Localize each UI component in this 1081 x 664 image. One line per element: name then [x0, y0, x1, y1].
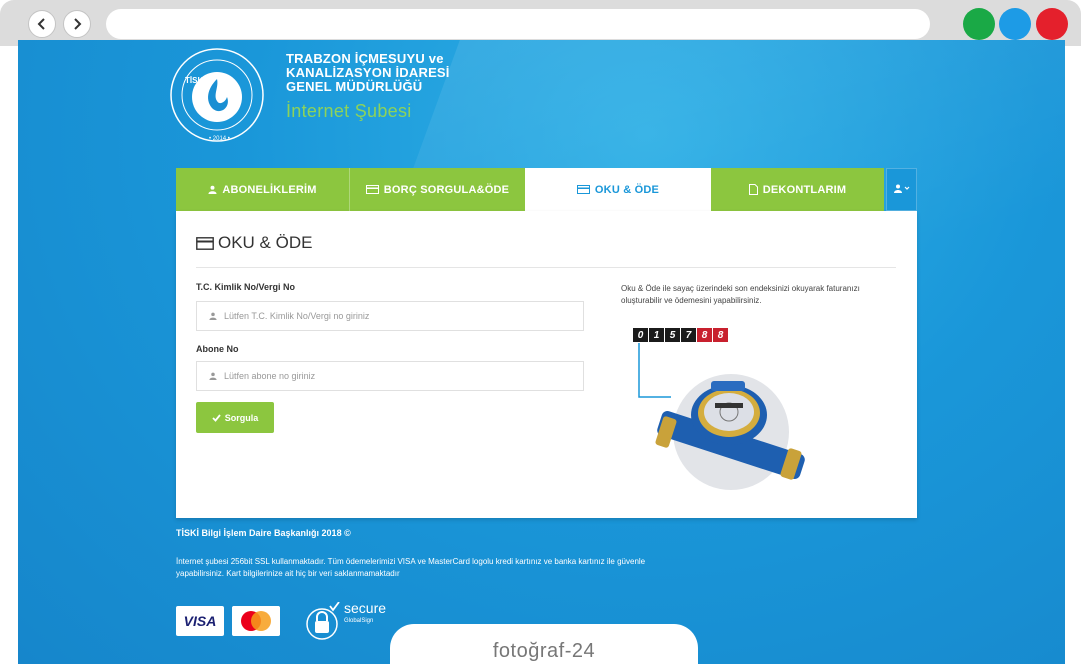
mastercard-logo: [232, 606, 280, 636]
window-dot-green[interactable]: [963, 8, 995, 40]
padlock-icon: [306, 602, 340, 640]
main-tabs: ABONELİKLERİM BORÇ SORGULA&ÖDE OKU & ÖDE…: [176, 168, 917, 211]
address-bar[interactable]: [106, 9, 930, 39]
document-icon: [748, 184, 758, 195]
user-add-icon: [893, 184, 910, 196]
window-dot-red[interactable]: [1036, 8, 1068, 40]
chevron-right-icon: [74, 18, 82, 30]
tab-label: DEKONTLARIM: [762, 183, 847, 196]
chevron-left-icon: [37, 18, 45, 30]
credit-card-icon: [365, 185, 379, 194]
user-icon: [209, 312, 217, 320]
info-text: Oku & Öde ile sayaç üzerindeki son endek…: [621, 284, 860, 305]
tc-label: T.C. Kimlik No/Vergi No: [196, 282, 296, 292]
image-caption: fotoğraf-24: [390, 624, 698, 664]
tab-oku-ode[interactable]: OKU & ÖDE: [525, 168, 711, 211]
oku-ode-panel: OKU & ÖDE T.C. Kimlik No/Vergi No Lütfen…: [176, 211, 917, 518]
footer-security-text: İnternet şubesi 256bit SSL kullanmaktadı…: [176, 557, 646, 578]
tc-placeholder: Lütfen T.C. Kimlik No/Vergi no giriniz: [224, 311, 370, 321]
forward-button[interactable]: [63, 10, 91, 38]
tiski-logo-seal: TİSKİ • 2014 •: [170, 48, 264, 142]
logo-line-2: KANALİZASYON İDARESİ: [286, 65, 450, 80]
tab-aboneliklerim[interactable]: ABONELİKLERİM: [176, 168, 349, 211]
water-meter-illustration: [638, 343, 805, 490]
tab-label: OKU & ÖDE: [594, 183, 660, 196]
logo-line-1: TRABZON İÇMESUYU ve: [286, 51, 444, 66]
credit-card-icon: [196, 236, 214, 250]
footer-title: TİSKİ Bilgi İşlem Daire Başkanlığı 2018 …: [176, 528, 351, 538]
credit-card-icon: [576, 185, 590, 194]
user-menu-button[interactable]: [886, 168, 917, 211]
user-icon: [208, 185, 217, 194]
abone-placeholder: Lütfen abone no giriniz: [224, 371, 316, 381]
logo-line-3: GENEL MÜDÜRLÜĞÜ: [286, 79, 423, 94]
back-button[interactable]: [28, 10, 56, 38]
visa-logo: VISA: [176, 606, 224, 636]
window-dot-blue[interactable]: [999, 8, 1031, 40]
tc-input[interactable]: Lütfen T.C. Kimlik No/Vergi no giriniz: [196, 301, 584, 331]
svg-text:• 2014 •: • 2014 •: [209, 136, 230, 142]
logo-title: TRABZON İÇMESUYU ve KANALİZASYON İDARESİ…: [286, 52, 450, 122]
abone-label: Abone No: [196, 344, 239, 354]
panel-title: OKU & ÖDE: [196, 233, 312, 253]
sorgula-button[interactable]: Sorgula: [196, 402, 274, 433]
secure-sublabel: GlobalSign: [344, 618, 374, 624]
secure-label: secure: [344, 600, 387, 616]
divider: [196, 267, 896, 268]
tab-label: BORÇ SORGULA&ÖDE: [383, 183, 510, 196]
tab-borc-sorgula[interactable]: BORÇ SORGULA&ÖDE: [349, 168, 525, 211]
svg-text:TİSKİ: TİSKİ: [185, 76, 205, 85]
user-icon: [209, 372, 217, 380]
tab-dekontlarim[interactable]: DEKONTLARIM: [711, 168, 884, 211]
check-icon: [212, 413, 221, 422]
abone-input[interactable]: Lütfen abone no giriniz: [196, 361, 584, 391]
web-page: TİSKİ • 2014 • TRABZON İÇMESUYU ve KANAL…: [18, 40, 1065, 664]
tab-label: ABONELİKLERİM: [222, 183, 317, 196]
logo-subtitle: İnternet Şubesi: [286, 101, 412, 121]
